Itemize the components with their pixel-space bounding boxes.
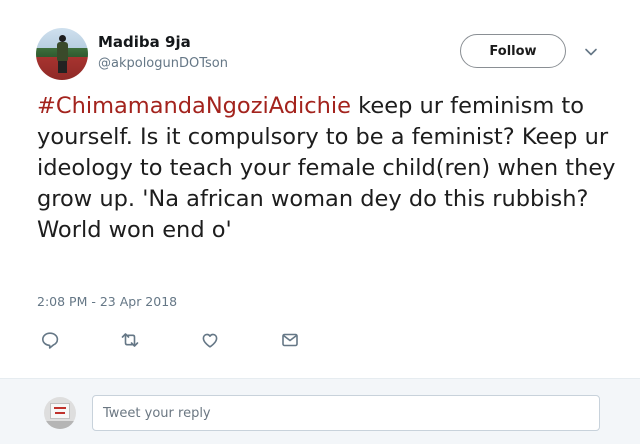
- avatar-figure-body: [57, 42, 68, 62]
- reply-bar: Tweet your reply: [0, 378, 640, 444]
- author-display-name[interactable]: Madiba 9ja: [98, 33, 191, 51]
- tweet-text: #ChimamandaNgoziAdichie keep ur feminism…: [37, 91, 617, 246]
- avatar-paper-graphic: [50, 403, 70, 419]
- reply-input[interactable]: Tweet your reply: [92, 395, 600, 431]
- author-avatar[interactable]: [36, 28, 88, 80]
- reply-icon[interactable]: [40, 330, 60, 350]
- chevron-down-icon[interactable]: [581, 42, 601, 62]
- hashtag-link[interactable]: #ChimamandaNgoziAdichie: [37, 93, 351, 119]
- direct-message-icon[interactable]: [280, 330, 300, 350]
- tweet-card: Madiba 9ja @akpologunDOTson Follow #Chim…: [0, 0, 640, 372]
- avatar-figure-legs: [58, 61, 67, 73]
- like-icon[interactable]: [200, 330, 220, 350]
- avatar-paper-line: [54, 407, 66, 409]
- retweet-icon[interactable]: [120, 330, 140, 350]
- follow-button[interactable]: Follow: [460, 34, 566, 68]
- author-screen-name[interactable]: @akpologunDOTson: [98, 56, 228, 71]
- avatar-base-graphic: [44, 421, 76, 429]
- avatar-paper-line: [55, 412, 65, 414]
- tweet-timestamp[interactable]: 2:08 PM - 23 Apr 2018: [37, 294, 177, 309]
- avatar-figure-head: [59, 35, 66, 42]
- current-user-avatar: [44, 397, 76, 429]
